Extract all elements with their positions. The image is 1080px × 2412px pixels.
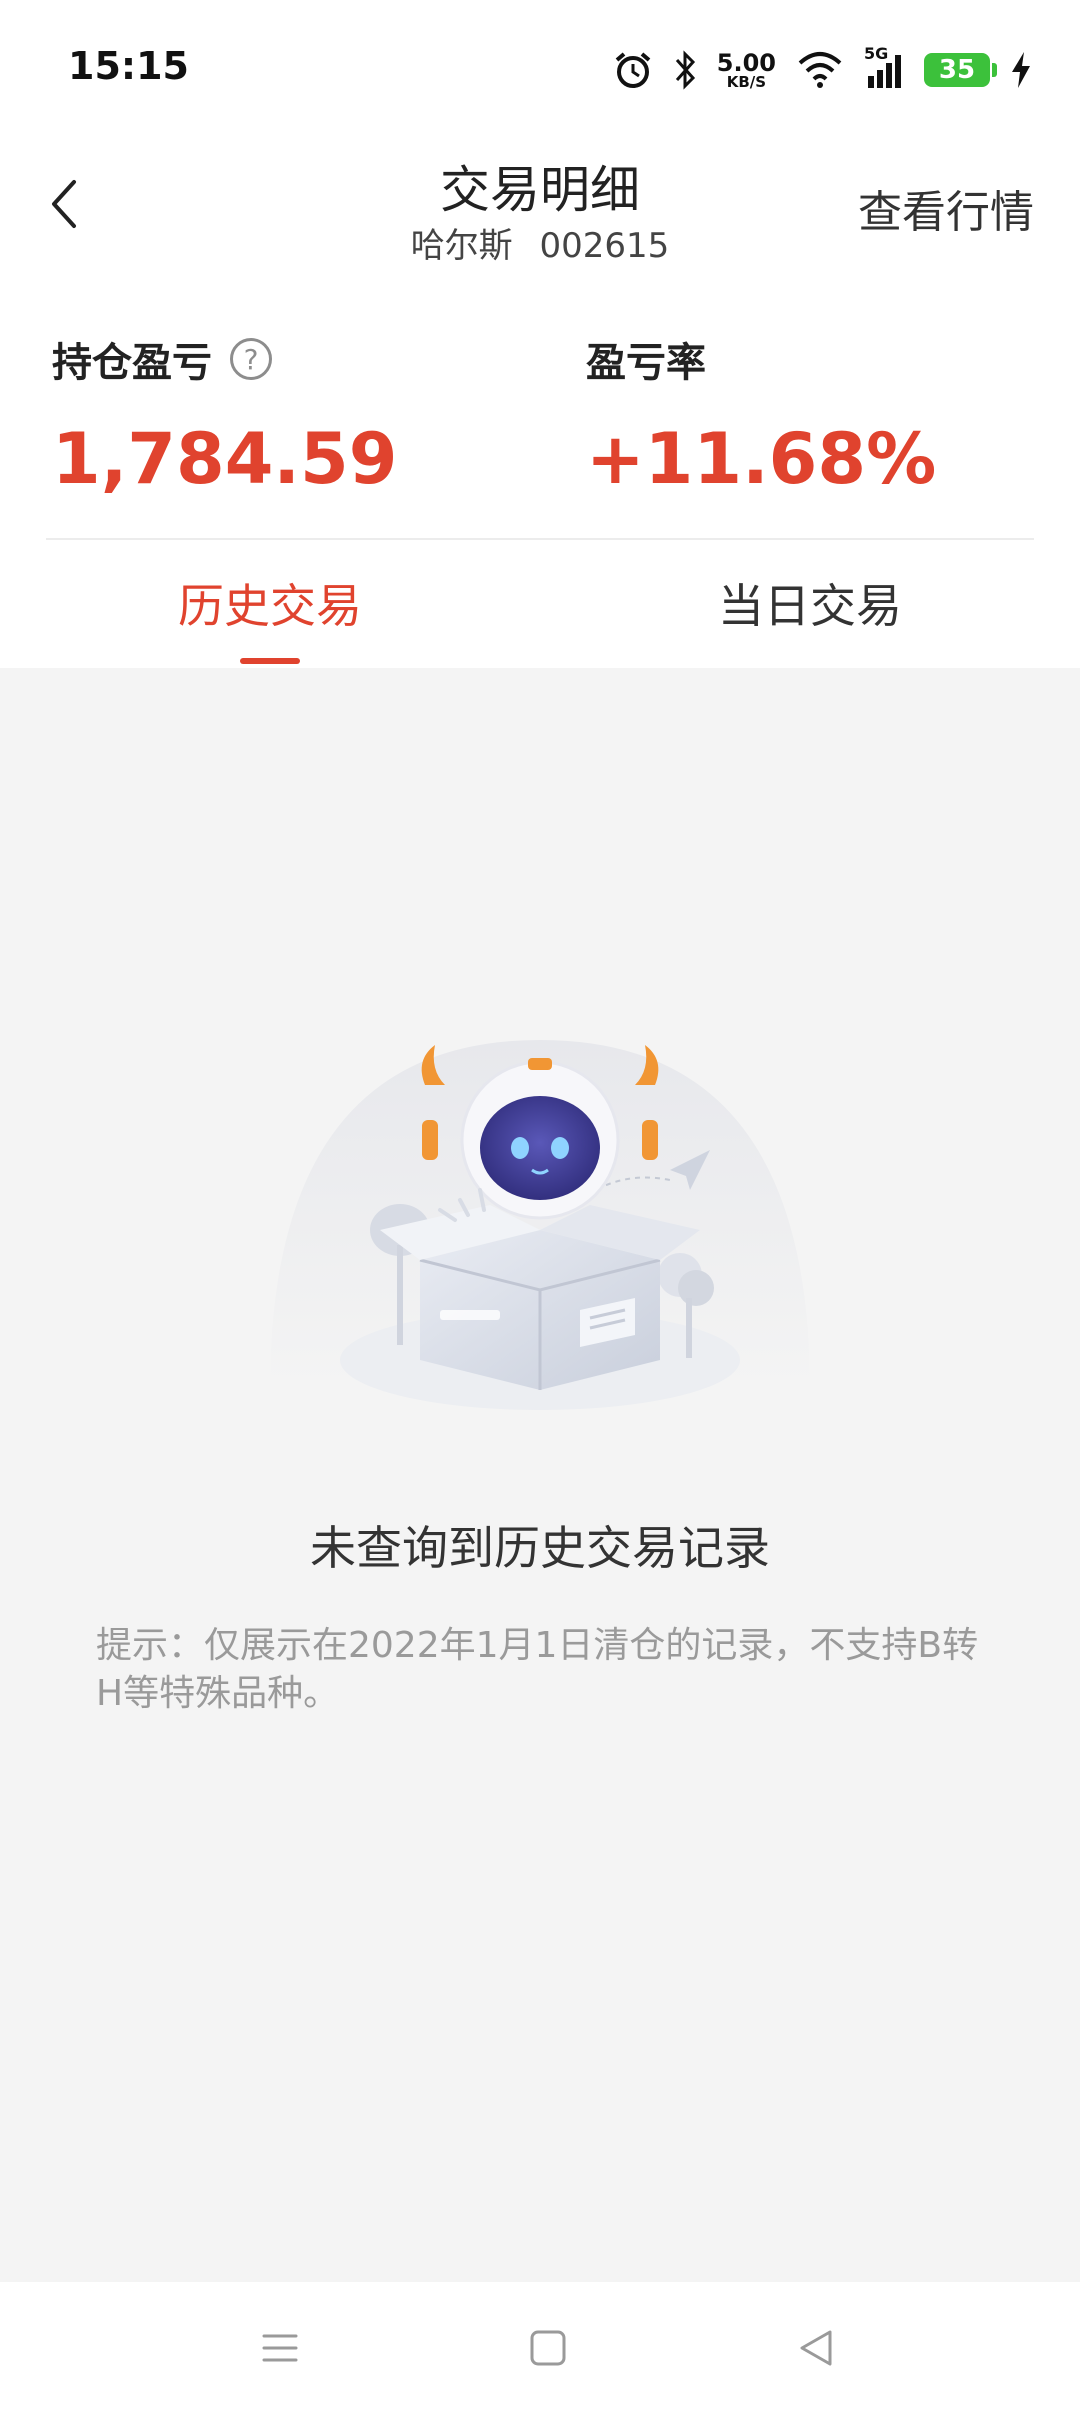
alarm-icon <box>613 50 653 90</box>
status-bar: 15:15 5.00 KB/S 5G 35 <box>0 0 1080 140</box>
network-type: 5G <box>864 44 889 63</box>
home-icon <box>530 2330 566 2366</box>
menu-icon <box>262 2334 298 2362</box>
status-icons: 5.00 KB/S 5G 35 <box>613 44 1032 96</box>
menu-button[interactable] <box>250 2318 310 2378</box>
home-button[interactable] <box>518 2318 578 2378</box>
navigation-bar <box>0 2282 1080 2412</box>
battery-level: 35 <box>938 55 976 85</box>
empty-state-hint: 提示：仅展示在2022年1月1日清仓的记录，不支持B转H等特殊品种。 <box>96 1625 979 1714</box>
bluetooth-icon <box>673 50 697 90</box>
pnl-value: 1,784.59 <box>52 418 398 500</box>
charging-icon <box>1010 50 1032 90</box>
empty-state-title: 未查询到历史交易记录 <box>310 1521 770 1575</box>
view-market-link[interactable]: 查看行情 <box>858 176 1034 240</box>
tab-today-trades[interactable]: 当日交易 <box>540 570 1080 636</box>
pnl-label-group: 持仓盈亏 ? <box>52 330 272 388</box>
rate-label: 盈亏率 <box>586 340 706 386</box>
active-tab-indicator <box>240 658 300 664</box>
network-speed: 5.00 KB/S <box>717 51 776 90</box>
page-title: 交易明细 <box>440 161 640 219</box>
robot-in-box-illustration <box>270 1040 810 1410</box>
back-nav-button[interactable] <box>786 2318 846 2378</box>
battery-icon: 35 <box>924 53 997 87</box>
wifi-icon <box>796 51 844 89</box>
divider <box>46 538 1034 540</box>
stock-name: 哈尔斯 <box>410 226 513 266</box>
chevron-left-icon <box>52 180 76 228</box>
rate-label-group: 盈亏率 <box>586 330 706 388</box>
stock-code: 002615 <box>539 226 670 266</box>
status-time: 15:15 <box>68 44 189 88</box>
back-button[interactable] <box>36 170 92 238</box>
pnl-label: 持仓盈亏 <box>52 340 212 386</box>
question-circle-icon[interactable]: ? <box>230 338 272 380</box>
tab-history-trades[interactable]: 历史交易 <box>0 570 540 636</box>
network-speed-value: 5.00 <box>716 48 776 77</box>
rate-value: +11.68% <box>586 418 937 500</box>
signal-icon: 5G <box>864 44 904 90</box>
back-triangle-icon <box>800 2330 832 2366</box>
stock-info: 哈尔斯 002615 <box>240 218 840 267</box>
network-speed-unit: KB/S <box>726 72 767 91</box>
